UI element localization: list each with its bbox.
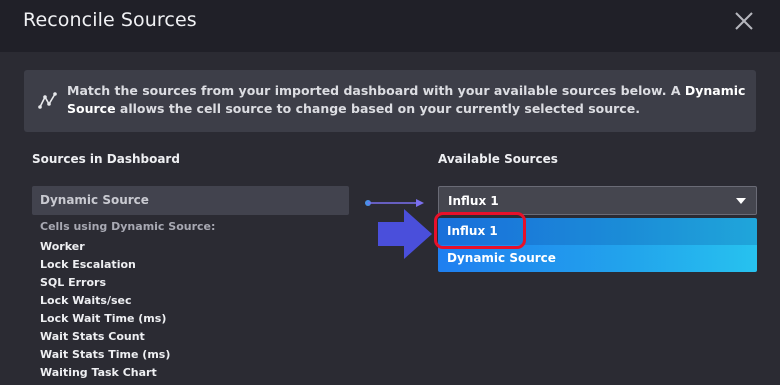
- list-item: Worker: [40, 240, 85, 253]
- list-item: Wait Stats Time (ms): [40, 348, 171, 361]
- cell-list: Worker Lock Escalation SQL Errors Lock W…: [40, 238, 170, 382]
- source-select-value: Influx 1: [448, 194, 499, 208]
- available-sources-header: Available Sources: [438, 152, 558, 166]
- dropdown-option-dynamic-source[interactable]: Dynamic Source: [438, 245, 757, 272]
- info-banner: Match the sources from your imported das…: [24, 70, 756, 132]
- info-text-before: Match the sources from your imported das…: [67, 83, 685, 98]
- close-icon[interactable]: [733, 10, 755, 32]
- list-item: Lock Wait Time (ms): [40, 312, 167, 325]
- list-item: Wait Stats Count: [40, 330, 145, 343]
- highlight-box: [434, 212, 526, 249]
- mapping-arrow-icon: [365, 199, 424, 207]
- dashboard-source: Dynamic Source: [32, 186, 349, 215]
- dialog-title: Reconcile Sources: [23, 9, 197, 31]
- dynamic-source-icon: [38, 92, 57, 109]
- source-select[interactable]: Influx 1: [438, 186, 757, 215]
- info-text: Match the sources from your imported das…: [67, 82, 747, 118]
- list-item: Waiting Task Chart: [40, 366, 157, 379]
- chevron-down-icon: [736, 198, 746, 204]
- list-item: Lock Escalation: [40, 258, 136, 271]
- list-item: SQL Errors: [40, 276, 107, 289]
- info-text-after: allows the cell source to change based o…: [115, 101, 640, 116]
- dialog-header: Reconcile Sources: [0, 0, 780, 52]
- sources-in-dashboard-header: Sources in Dashboard: [32, 152, 180, 166]
- list-item: Lock Waits/sec: [40, 294, 132, 307]
- pointer-arrow-icon: [378, 209, 432, 259]
- cells-using-header: Cells using Dynamic Source:: [40, 220, 216, 233]
